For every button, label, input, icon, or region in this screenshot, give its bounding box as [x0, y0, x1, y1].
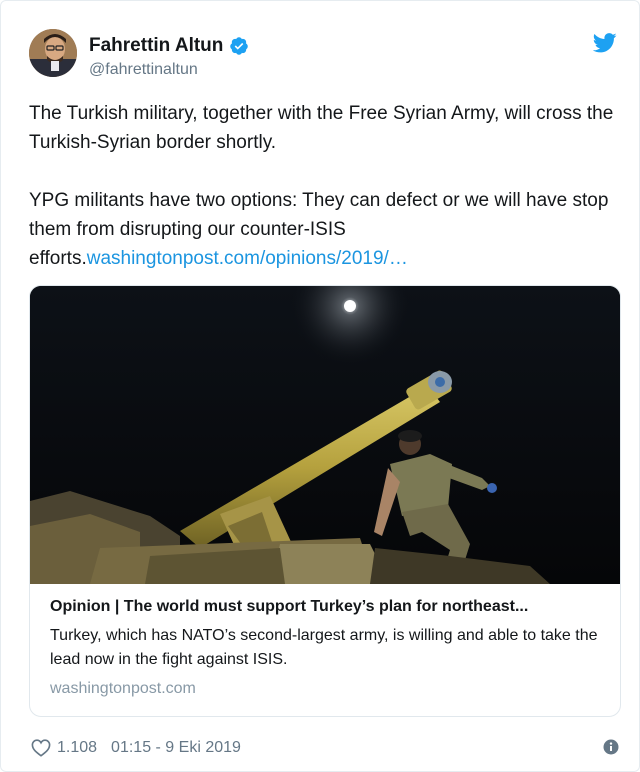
card-description: Turkey, which has NATO’s second-largest … — [50, 627, 598, 668]
card-body: Opinion | The world must support Turkey’… — [50, 596, 604, 698]
card-image[interactable] — [30, 286, 620, 584]
tweet-footer: 1.108 01:15 - 9 Eki 2019 — [31, 737, 619, 759]
name-row: Fahrettin Altun — [89, 35, 249, 57]
link-preview-card[interactable]: Opinion | The world must support Turkey’… — [29, 285, 621, 717]
author-handle[interactable]: @fahrettinaltun — [89, 61, 198, 79]
tweet-text: The Turkish military, together with the … — [29, 99, 621, 273]
author-name[interactable]: Fahrettin Altun — [89, 35, 223, 57]
card-domain: washingtonpost.com — [50, 680, 196, 697]
tweet-paragraph-2: YPG militants have two options: They can… — [29, 186, 621, 273]
card-title[interactable]: Opinion | The world must support Turkey’… — [50, 596, 604, 618]
avatar-image — [29, 29, 77, 77]
verified-badge-icon — [230, 37, 249, 55]
tweet-paragraph-1: The Turkish military, together with the … — [29, 103, 614, 153]
tweet-header: Fahrettin Altun @fahrettinaltun — [29, 29, 619, 81]
like-count[interactable]: 1.108 — [57, 739, 97, 757]
info-icon[interactable] — [603, 739, 619, 755]
twitter-bird-icon[interactable] — [593, 33, 617, 53]
timestamp[interactable]: 01:15 - 9 Eki 2019 — [111, 739, 241, 757]
article-link[interactable]: washingtonpost.com/opinions/2019/… — [87, 248, 408, 269]
tank-night-photo — [30, 286, 620, 584]
heart-icon[interactable] — [31, 739, 51, 757]
avatar[interactable] — [29, 29, 77, 77]
tweet-card: Fahrettin Altun @fahrettinaltun The Turk… — [0, 0, 640, 772]
